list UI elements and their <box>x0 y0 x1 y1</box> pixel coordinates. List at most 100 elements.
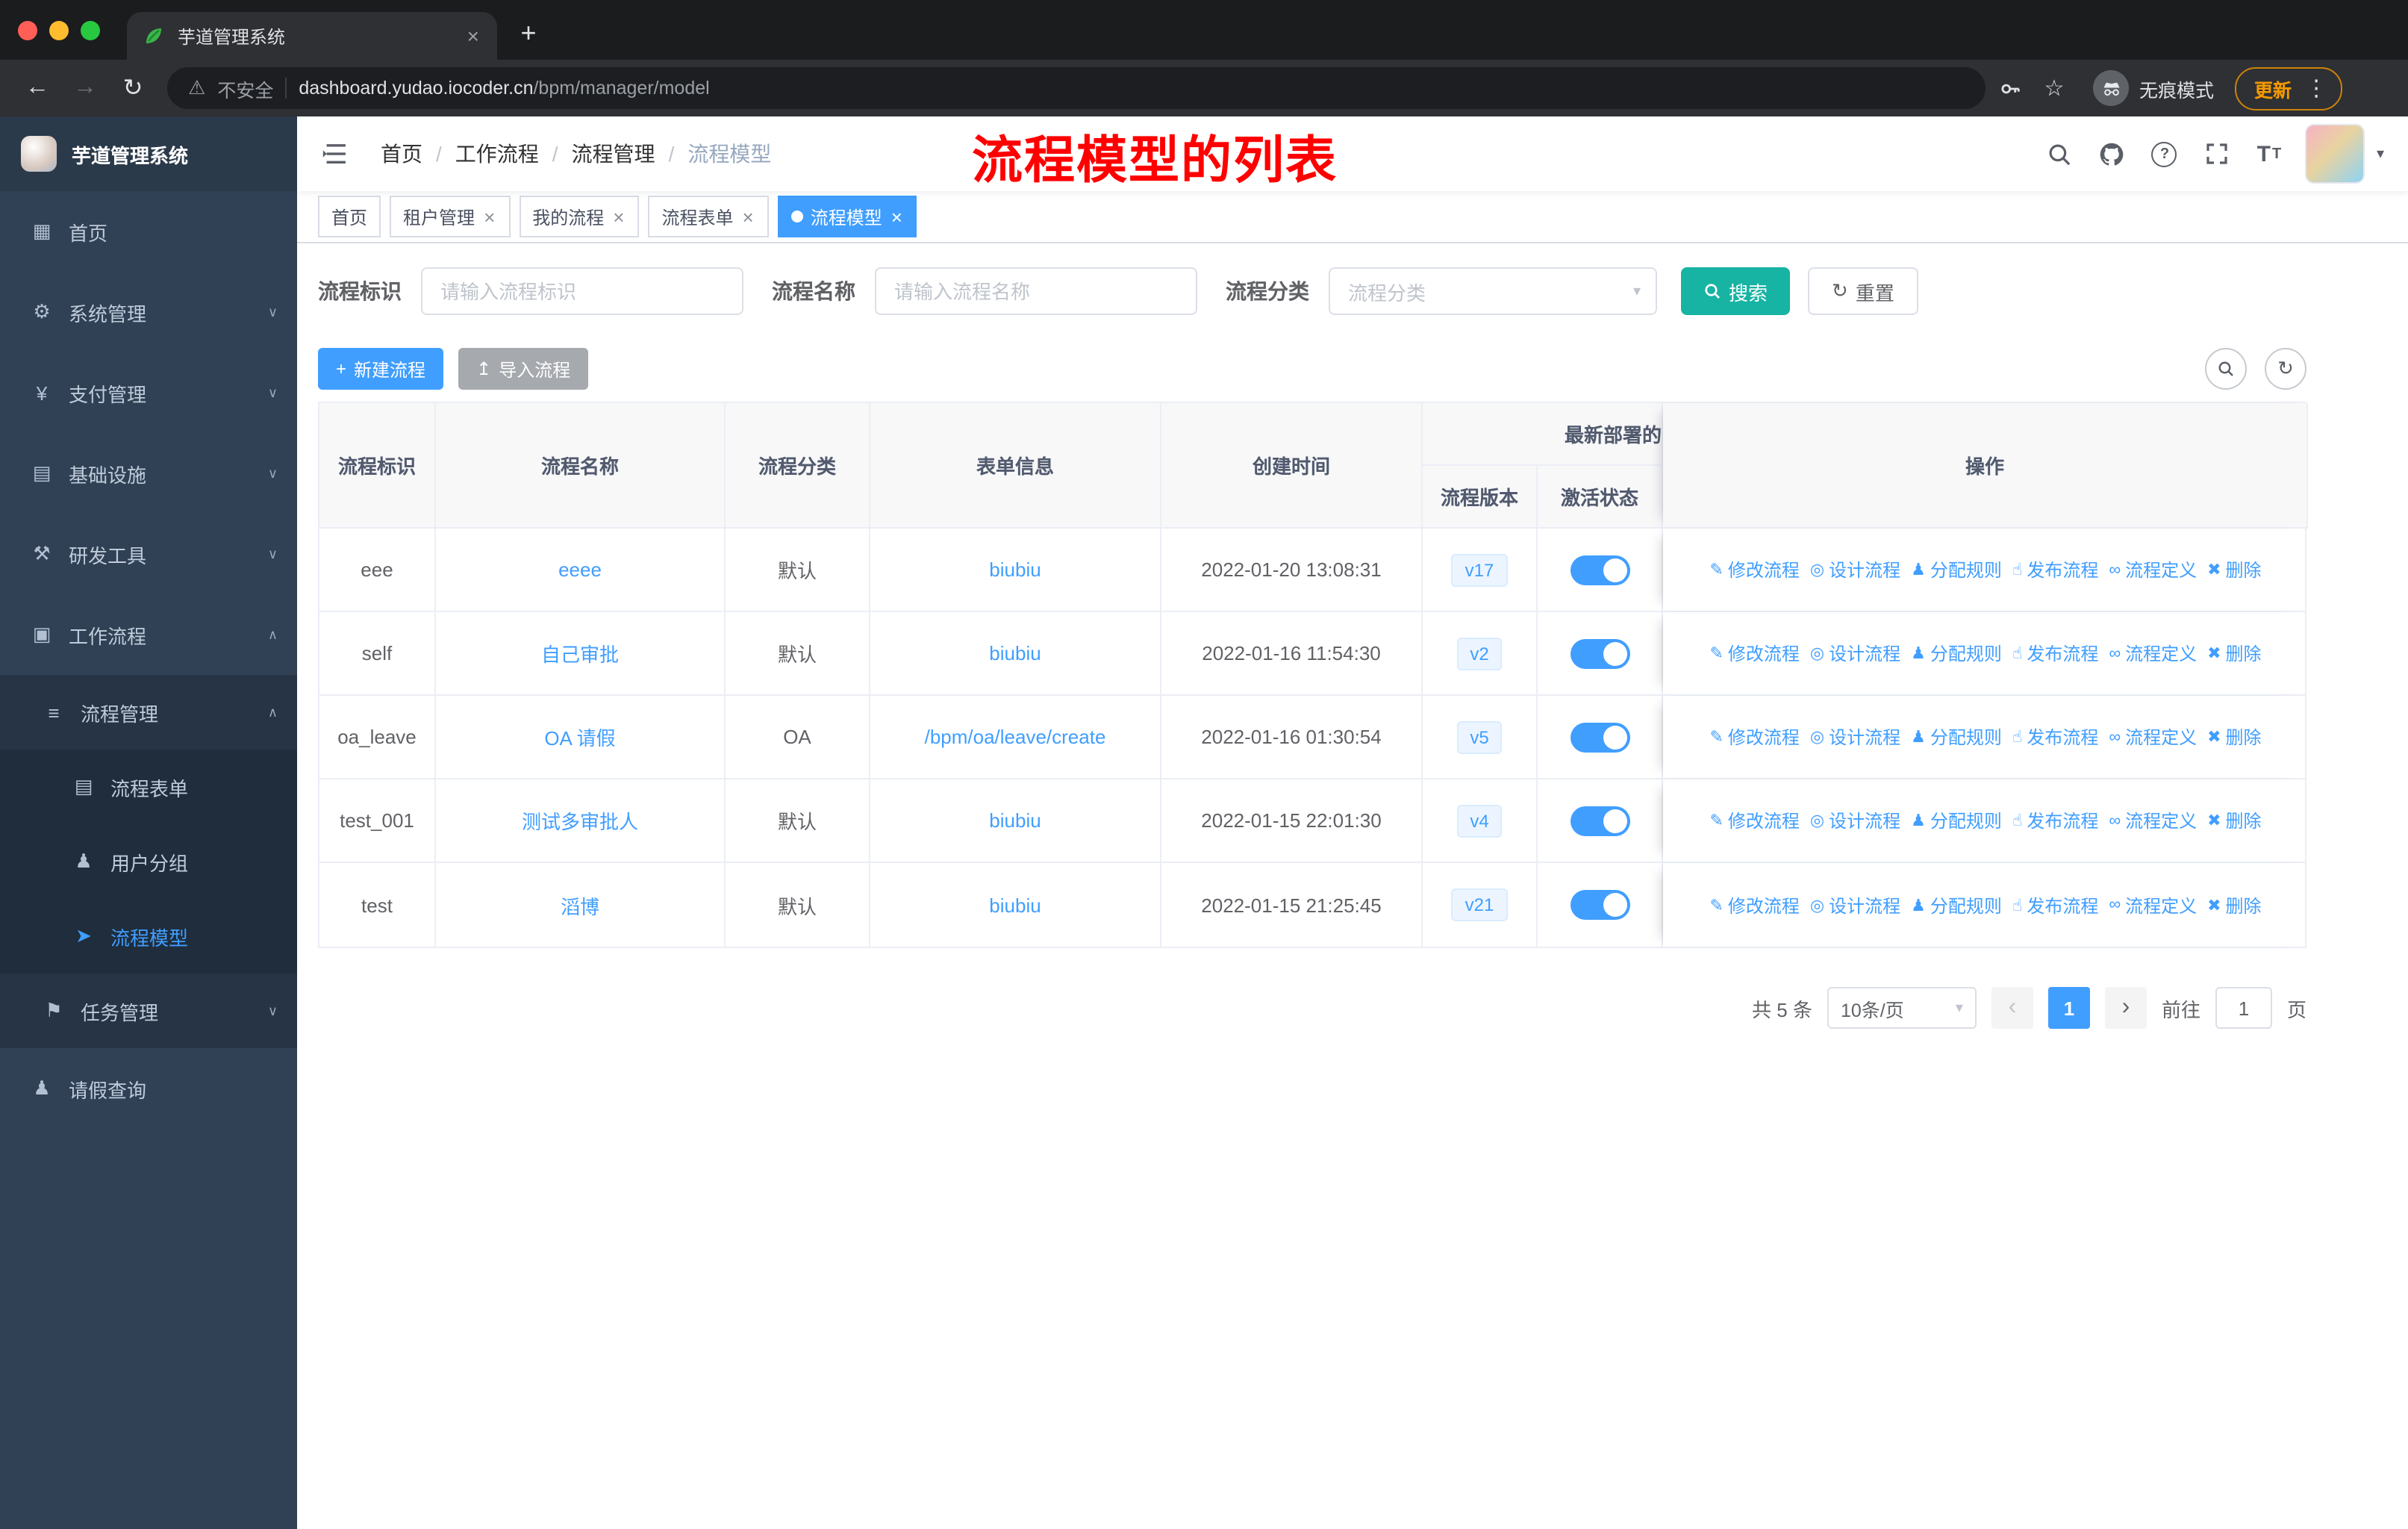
search-button[interactable]: 搜索 <box>1681 267 1791 315</box>
sidebar-item-process-model[interactable]: ➤ 流程模型 <box>0 899 297 974</box>
sidebar-item-infrastructure[interactable]: ▤ 基础设施 ∨ <box>0 433 297 514</box>
active-toggle[interactable] <box>1570 555 1629 585</box>
process-name-link[interactable]: 测试多审批人 <box>522 806 638 835</box>
page-1-button[interactable]: 1 <box>2047 987 2090 1029</box>
form-info-link[interactable]: biubiu <box>989 642 1041 664</box>
op-publish-link[interactable]: ☝ 发布流程 <box>2012 641 2098 666</box>
form-info-link[interactable]: biubiu <box>989 809 1041 832</box>
reset-button[interactable]: ↻ 重置 <box>1808 267 1918 315</box>
help-icon[interactable]: ? <box>2150 139 2180 169</box>
process-name-input[interactable] <box>875 267 1197 315</box>
address-bar[interactable]: ⚠ 不安全 dashboard.yudao.iocoder.cn/bpm/man… <box>167 67 1986 109</box>
forward-button[interactable]: → <box>63 66 107 110</box>
op-design-link[interactable]: ◎ 设计流程 <box>1810 892 1900 918</box>
process-name-link[interactable]: 自己审批 <box>541 639 619 667</box>
process-name-link[interactable]: 滔博 <box>561 891 599 919</box>
sidebar-item-user-group[interactable]: ♟ 用户分组 <box>0 824 297 899</box>
form-info-link[interactable]: biubiu <box>989 558 1041 581</box>
back-button[interactable]: ← <box>15 66 60 110</box>
tag-process-model[interactable]: 流程模型 × <box>777 196 917 237</box>
active-toggle[interactable] <box>1570 638 1629 668</box>
sidebar-fold-icon[interactable] <box>321 140 348 167</box>
form-info-link[interactable]: /bpm/oa/leave/create <box>925 726 1106 748</box>
sidebar-item-payment-management[interactable]: ¥ 支付管理 ∨ <box>0 352 297 433</box>
sidebar-item-leave-query[interactable]: ♟ 请假查询 <box>0 1048 297 1129</box>
import-process-button[interactable]: ↥ 导入流程 <box>458 348 589 390</box>
tab-close-icon[interactable]: × <box>464 24 482 48</box>
breadcrumb-item[interactable]: 首页 <box>381 139 422 169</box>
process-name-link[interactable]: eeee <box>558 558 602 581</box>
op-assign-rule-link[interactable]: ♟ 分配规则 <box>1911 724 2002 750</box>
op-publish-link[interactable]: ☝ 发布流程 <box>2012 557 2098 582</box>
op-assign-rule-link[interactable]: ♟ 分配规则 <box>1911 808 2002 833</box>
op-definition-link[interactable]: ∞ 流程定义 <box>2109 724 2197 750</box>
category-select[interactable]: 流程分类 ▾ <box>1329 267 1657 315</box>
tag-my-process[interactable]: 我的流程 × <box>519 196 640 237</box>
tag-tenant-management[interactable]: 租户管理 × <box>390 196 511 237</box>
active-toggle[interactable] <box>1570 722 1629 752</box>
active-toggle[interactable] <box>1570 890 1629 920</box>
prev-page-button[interactable]: ‹ <box>1991 987 2033 1029</box>
op-publish-link[interactable]: ☝ 发布流程 <box>2012 892 2098 918</box>
sidebar-item-workflow[interactable]: ▣ 工作流程 ∧ <box>0 594 297 675</box>
browser-menu-icon[interactable]: ⋮ <box>2299 75 2333 102</box>
github-icon[interactable] <box>2097 139 2127 169</box>
sidebar-item-task-management[interactable]: ⚑ 任务管理 ∨ <box>0 974 297 1048</box>
op-definition-link[interactable]: ∞ 流程定义 <box>2109 808 2197 833</box>
op-assign-rule-link[interactable]: ♟ 分配规则 <box>1911 557 2002 582</box>
op-delete-link[interactable]: ✖ 删除 <box>2207 557 2261 582</box>
breadcrumb-item[interactable]: 流程管理 <box>572 139 655 169</box>
chevron-down-icon[interactable]: ▾ <box>2377 146 2384 162</box>
op-design-link[interactable]: ◎ 设计流程 <box>1810 557 1900 582</box>
tag-process-form[interactable]: 流程表单 × <box>648 196 769 237</box>
sidebar-item-dev-tools[interactable]: ⚒ 研发工具 ∨ <box>0 514 297 594</box>
breadcrumb-item[interactable]: 工作流程 <box>455 139 539 169</box>
new-tab-button[interactable]: + <box>506 10 551 55</box>
bookmark-star-icon[interactable]: ☆ <box>2033 67 2075 109</box>
op-edit-link[interactable]: ✎ 修改流程 <box>1709 724 1799 750</box>
op-definition-link[interactable]: ∞ 流程定义 <box>2109 892 2197 918</box>
process-name-link[interactable]: OA 请假 <box>544 723 615 751</box>
security-label[interactable]: 不安全 <box>217 74 273 102</box>
op-delete-link[interactable]: ✖ 删除 <box>2207 641 2261 666</box>
op-edit-link[interactable]: ✎ 修改流程 <box>1709 557 1799 582</box>
op-design-link[interactable]: ◎ 设计流程 <box>1810 808 1900 833</box>
minimize-window-button[interactable] <box>49 20 69 40</box>
font-size-icon[interactable]: TT <box>2254 139 2284 169</box>
sidebar-item-process-management[interactable]: ≡ 流程管理 ∧ <box>0 675 297 750</box>
op-assign-rule-link[interactable]: ♟ 分配规则 <box>1911 892 2002 918</box>
close-icon[interactable]: × <box>741 205 755 228</box>
create-process-button[interactable]: + 新建流程 <box>318 348 444 390</box>
toggle-search-button[interactable] <box>2205 348 2247 390</box>
close-window-button[interactable] <box>18 20 37 40</box>
page-size-select[interactable]: 10条/页 ▾ <box>1827 987 1977 1029</box>
active-toggle[interactable] <box>1570 806 1629 835</box>
op-delete-link[interactable]: ✖ 删除 <box>2207 808 2261 833</box>
user-avatar[interactable] <box>2306 125 2363 182</box>
sidebar-item-system-management[interactable]: ⚙ 系统管理 ∨ <box>0 272 297 352</box>
search-icon[interactable] <box>2045 139 2075 169</box>
op-design-link[interactable]: ◎ 设计流程 <box>1810 641 1900 666</box>
close-icon[interactable]: × <box>482 205 496 228</box>
op-delete-link[interactable]: ✖ 删除 <box>2207 892 2261 918</box>
op-edit-link[interactable]: ✎ 修改流程 <box>1709 808 1799 833</box>
op-design-link[interactable]: ◎ 设计流程 <box>1810 724 1900 750</box>
next-page-button[interactable]: › <box>2104 987 2147 1029</box>
goto-page-input[interactable] <box>2215 987 2272 1029</box>
update-chip[interactable]: 更新 ⋮ <box>2235 66 2343 110</box>
sidebar-item-home[interactable]: ▦ 首页 <box>0 191 297 272</box>
password-key-icon[interactable] <box>1989 67 2030 109</box>
reload-button[interactable]: ↻ <box>110 66 155 110</box>
zoom-window-button[interactable] <box>81 20 100 40</box>
op-definition-link[interactable]: ∞ 流程定义 <box>2109 557 2197 582</box>
op-edit-link[interactable]: ✎ 修改流程 <box>1709 641 1799 666</box>
sidebar-item-process-form[interactable]: ▤ 流程表单 <box>0 750 297 824</box>
process-key-input[interactable] <box>421 267 743 315</box>
op-definition-link[interactable]: ∞ 流程定义 <box>2109 641 2197 666</box>
op-delete-link[interactable]: ✖ 删除 <box>2207 724 2261 750</box>
fullscreen-icon[interactable] <box>2202 139 2232 169</box>
op-edit-link[interactable]: ✎ 修改流程 <box>1709 892 1799 918</box>
close-icon[interactable]: × <box>611 205 626 228</box>
op-publish-link[interactable]: ☝ 发布流程 <box>2012 808 2098 833</box>
browser-tab[interactable]: 芋道管理系统 × <box>127 12 497 60</box>
